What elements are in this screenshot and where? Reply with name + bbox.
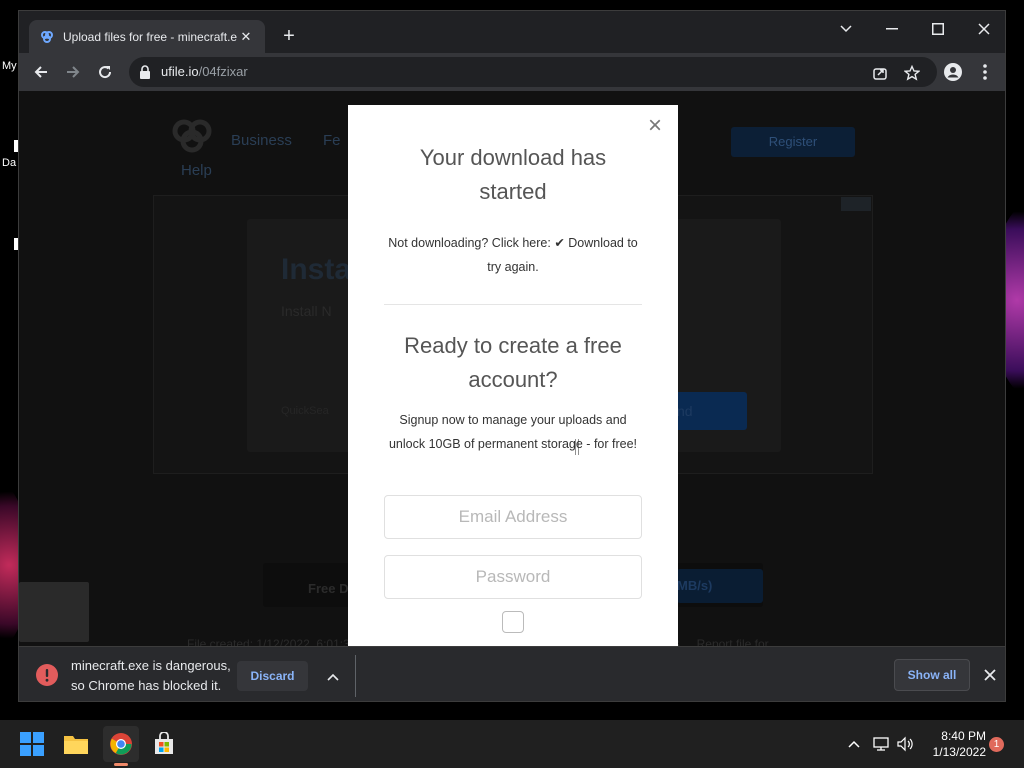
tab-search-icon[interactable] [823,15,869,43]
lock-icon[interactable] [139,65,151,84]
discard-button[interactable]: Discard [237,661,308,691]
clock-date: 1/13/2022 [932,745,986,759]
site-logo-icon[interactable] [169,117,215,158]
back-arrow-icon[interactable] [27,58,55,86]
download-warning-message: minecraft.exe is dangerous, so Chrome ha… [71,658,231,693]
address-bar[interactable]: ufile.io/04fzixar [129,57,937,87]
nav-business[interactable]: Business [231,132,292,149]
text-cursor-icon [575,439,579,455]
chrome-icon[interactable] [103,726,139,762]
not-downloading-text[interactable]: Not downloading? Click here: ✔ Download … [380,231,646,279]
desktop-icon-label[interactable]: Da [2,157,16,169]
close-window-button[interactable] [961,15,1005,43]
speed-badge[interactable]: MB/s) [677,569,763,603]
menu-kebab-icon[interactable] [971,58,999,86]
profile-icon[interactable] [939,58,967,86]
tab-close-icon[interactable]: ✕ [237,29,255,45]
show-all-button[interactable]: Show all [894,659,970,691]
register-button[interactable]: Register [731,127,855,157]
active-app-indicator [114,763,128,766]
windows-start-icon[interactable] [14,726,50,762]
bookmark-star-icon[interactable] [903,64,921,82]
close-shelf-icon[interactable] [979,664,1001,686]
volume-icon[interactable] [895,734,915,754]
download-started-heading: Your download has started [419,145,607,204]
modal-close-icon[interactable]: × [644,114,666,138]
clock-time: 8:40 PM [941,729,986,743]
chevron-up-icon[interactable] [844,734,864,754]
ad-small-text: QuickSea [281,405,329,417]
signup-description: Signup now to manage your uploads and un… [388,413,638,451]
minimize-button[interactable] [869,15,915,43]
microsoft-store-icon[interactable] [146,726,182,762]
desktop-icon-label[interactable]: My [2,60,17,72]
password-input[interactable] [384,555,642,599]
file-explorer-icon[interactable] [58,726,94,762]
maximize-button[interactable] [915,15,961,43]
share-icon[interactable] [871,64,889,82]
shelf-divider [355,655,356,697]
download-shelf: minecraft.exe is dangerous, so Chrome ha… [19,646,1005,701]
url-text: ufile.io/04fzixar [161,64,248,79]
nav-help[interactable]: Help [181,162,212,179]
download-started-modal: × Your download has started Not download… [348,105,678,646]
create-account-heading: Ready to create a free account? [404,333,622,392]
ufile-favicon-icon [39,29,55,45]
email-input[interactable] [384,495,642,539]
danger-warning-icon [36,664,58,686]
chrome-window: Upload files for free - minecraft.e ✕ + [18,10,1006,702]
modal-divider [384,304,642,305]
browser-toolbar: ufile.io/04fzixar [19,53,1005,91]
chevron-up-icon[interactable] [321,665,345,689]
nav-features[interactable]: Fe [323,132,341,149]
taskbar: 8:40 PM 1/13/2022 1 [0,720,1024,768]
web-page: Business Fe Help Register Insta Install … [19,91,1005,646]
ad-title: Insta [281,253,352,286]
browser-tab[interactable]: Upload files for free - minecraft.e ✕ [29,20,265,53]
tab-strip: Upload files for free - minecraft.e ✕ + [19,11,1005,53]
new-tab-button[interactable]: + [277,24,301,48]
forward-arrow-icon[interactable] [59,58,87,86]
notification-badge[interactable]: 1 [989,737,1004,752]
free-download-label: Free D [308,581,349,596]
ad-badge[interactable] [841,197,871,211]
recaptcha-badge[interactable] [19,582,89,642]
terms-checkbox[interactable] [502,611,524,633]
ad-subtitle: Install N [281,303,332,319]
tab-title: Upload files for free - minecraft.e [63,29,237,44]
reload-icon[interactable] [91,58,119,86]
system-clock[interactable]: 8:40 PM 1/13/2022 [916,728,986,760]
network-icon[interactable] [871,734,891,754]
